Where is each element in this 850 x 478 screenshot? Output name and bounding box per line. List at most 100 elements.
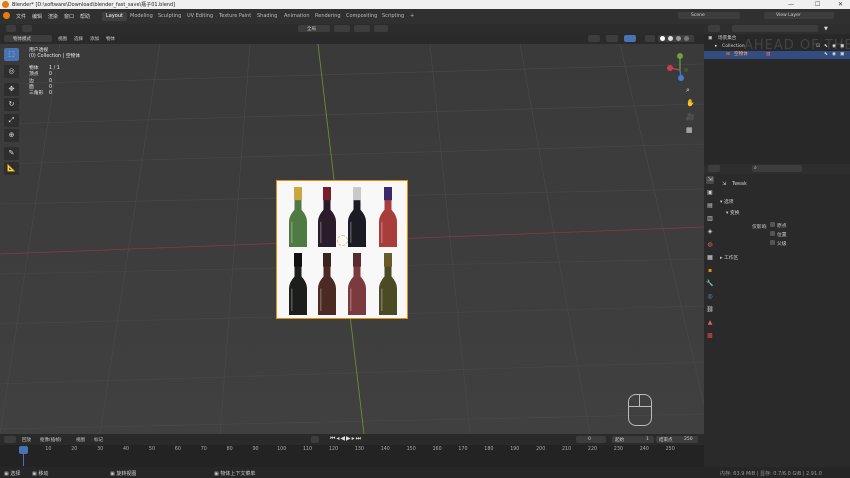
annotate-tool[interactable]: ✎ xyxy=(4,147,19,160)
affect-parents-checkbox[interactable]: 父级 xyxy=(770,240,787,247)
viewport-info-overlay: 用户透视 (0) Collection | 空物体 物体 1 / 1 顶点 0 边 0 面 0… xyxy=(29,48,80,98)
data-tab-icon[interactable]: ▲ xyxy=(706,319,714,327)
timeline-tick-label: 210 xyxy=(562,447,572,452)
playhead-line xyxy=(23,454,24,466)
outliner-editor-type[interactable] xyxy=(708,25,720,32)
tab-scripting[interactable]: Scripting xyxy=(378,12,408,21)
tweak-icon[interactable] xyxy=(22,25,32,32)
scene-stats: 物体 1 / 1 顶点 0 边 0 面 0 三角形 0 xyxy=(29,66,80,98)
tab-animation[interactable]: Animation xyxy=(280,12,314,21)
outliner-panel: ▼ ▣ 场景集合 ▸ Collection ☑ ⬉ ◉ ▣ ⊞ 空物体 ▨ ⬉ … xyxy=(704,24,850,164)
xray-toggle-icon[interactable] xyxy=(645,35,655,42)
view-layer-tab-icon[interactable]: ▥ xyxy=(706,215,714,223)
shading-mode-buttons[interactable] xyxy=(658,35,694,42)
maximize-button[interactable]: ☐ xyxy=(815,1,820,8)
tab-layout[interactable]: Layout xyxy=(102,12,127,21)
snap-toggle[interactable] xyxy=(354,25,370,32)
transform-section[interactable]: ▾ 变换 xyxy=(726,209,740,216)
blender-menu-icon[interactable] xyxy=(3,12,10,19)
menu-file[interactable]: 文件 xyxy=(16,13,26,20)
physics-tab-icon[interactable]: ◎ xyxy=(706,293,714,301)
world-tab-icon[interactable]: ◍ xyxy=(706,241,714,249)
pan-hand-icon[interactable]: ✋ xyxy=(686,99,695,107)
viewport-menu-select[interactable]: 选择 xyxy=(74,36,83,42)
properties-editor-type[interactable] xyxy=(708,165,720,172)
menu-render[interactable]: 渲染 xyxy=(48,13,58,20)
checkbox-icon[interactable] xyxy=(770,240,775,245)
navigation-gizmo[interactable] xyxy=(664,50,694,86)
rendered-shading-icon[interactable] xyxy=(684,36,689,41)
filter-icon[interactable]: ▼ xyxy=(824,26,828,32)
tab-sculpting[interactable]: Sculpting xyxy=(154,12,185,21)
3d-viewport[interactable]: ⌕ ✋ 🎥 ▦ ➤ xyxy=(0,44,704,434)
visibility-icon[interactable] xyxy=(588,35,600,42)
menu-help[interactable]: 帮助 xyxy=(80,13,90,20)
add-workspace-button[interactable]: + xyxy=(406,12,418,21)
minimize-button[interactable]: — xyxy=(788,1,794,8)
constraints-tab-icon[interactable]: ⛓ xyxy=(706,306,714,314)
select-box-tool[interactable]: ⬚ xyxy=(4,48,19,61)
cursor-tool[interactable]: ◎ xyxy=(4,65,19,78)
solid-shading-icon[interactable] xyxy=(668,36,673,41)
timeline-ruler[interactable]: 0102030405060708090100110120130140150160… xyxy=(0,434,704,467)
view-layer-selector[interactable]: View Layer xyxy=(764,12,834,19)
pivot-point-dropdown[interactable] xyxy=(334,25,350,32)
collection-tab-icon[interactable]: ▦ xyxy=(706,254,714,262)
texture-tab-icon[interactable]: ▩ xyxy=(706,332,714,340)
top-menu-bar: 文件 编辑 渲染 窗口 帮助 Layout Modeling Sculpting… xyxy=(0,9,850,24)
transform-tool[interactable]: ⊕ xyxy=(4,129,19,142)
affect-origins-checkbox[interactable]: 原点 xyxy=(770,222,787,229)
render-tab-icon[interactable]: ▣ xyxy=(706,189,714,197)
camera-view-icon[interactable]: 🎥 xyxy=(686,113,695,121)
affect-locations-checkbox[interactable]: 位置 xyxy=(770,231,787,238)
tab-shading[interactable]: Shading xyxy=(253,12,281,21)
measure-tool[interactable]: 📐 xyxy=(4,162,19,175)
object-mode-dropdown[interactable]: 物体模式 xyxy=(4,35,52,42)
bottle xyxy=(348,253,366,315)
properties-search-input[interactable]: ⌕ xyxy=(752,165,802,172)
checkbox-icon[interactable] xyxy=(770,222,775,227)
transform-orientation-value: 全局 xyxy=(307,27,316,32)
proportional-edit-toggle[interactable] xyxy=(374,25,388,32)
modifiers-tab-icon[interactable]: 🔧 xyxy=(706,280,714,288)
menu-window[interactable]: 窗口 xyxy=(64,13,74,20)
material-shading-icon[interactable] xyxy=(676,36,681,41)
scene-selector[interactable]: Scene xyxy=(678,12,740,19)
menu-edit[interactable]: 编辑 xyxy=(32,13,42,20)
scale-tool[interactable]: ⤢ xyxy=(4,114,19,127)
reference-image-empty[interactable] xyxy=(276,180,408,319)
tab-modeling[interactable]: Modeling xyxy=(126,12,157,21)
gizmo-toggle-icon[interactable] xyxy=(606,35,618,42)
wireframe-shading-icon[interactable] xyxy=(660,36,665,41)
viewport-menu-add[interactable]: 添加 xyxy=(90,36,99,42)
transform-section-label: 变换 xyxy=(729,211,740,216)
tab-compositing[interactable]: Compositing xyxy=(342,12,381,21)
outliner-search-input[interactable] xyxy=(732,25,818,32)
watermark: AHEAD OF THE CURVE xyxy=(744,38,850,53)
viewport-menu-object[interactable]: 物体 xyxy=(106,36,115,42)
tab-uv-editing[interactable]: UV Editing xyxy=(183,12,217,21)
tool-tab-icon[interactable]: ⇲ xyxy=(706,176,714,184)
scene-tab-icon[interactable]: ◈ xyxy=(706,228,714,236)
status-context-menu: ▣ 物体上下文菜单 xyxy=(214,470,255,477)
select-mode-icon[interactable] xyxy=(6,25,16,32)
viewport-menu-view[interactable]: 视图 xyxy=(58,36,67,42)
timeline-tick-label: 100 xyxy=(277,447,287,452)
close-button[interactable]: ✕ xyxy=(838,1,843,8)
tab-texture-paint[interactable]: Texture Paint xyxy=(215,12,255,21)
zoom-icon[interactable]: ⌕ xyxy=(686,86,690,95)
object-tab-icon[interactable]: ▪ xyxy=(706,267,714,275)
overlays-toggle-icon[interactable] xyxy=(624,35,636,42)
workspace-section[interactable]: ▸ 工作区 xyxy=(720,254,738,261)
move-tool[interactable]: ✥ xyxy=(4,83,19,96)
tab-rendering[interactable]: Rendering xyxy=(311,12,345,21)
options-section[interactable]: ▾ 选项 xyxy=(720,198,734,205)
checkbox-icon[interactable] xyxy=(770,231,775,236)
3d-cursor-icon[interactable] xyxy=(337,235,348,246)
perspective-toggle-icon[interactable]: ▦ xyxy=(686,126,693,134)
transform-orientation-dropdown[interactable]: 全局 xyxy=(298,25,330,32)
rotate-tool[interactable]: ↻ xyxy=(4,98,19,111)
object-mode-value: 物体模式 xyxy=(13,37,31,42)
output-tab-icon[interactable]: ▤ xyxy=(706,202,714,210)
playhead[interactable] xyxy=(19,446,28,454)
